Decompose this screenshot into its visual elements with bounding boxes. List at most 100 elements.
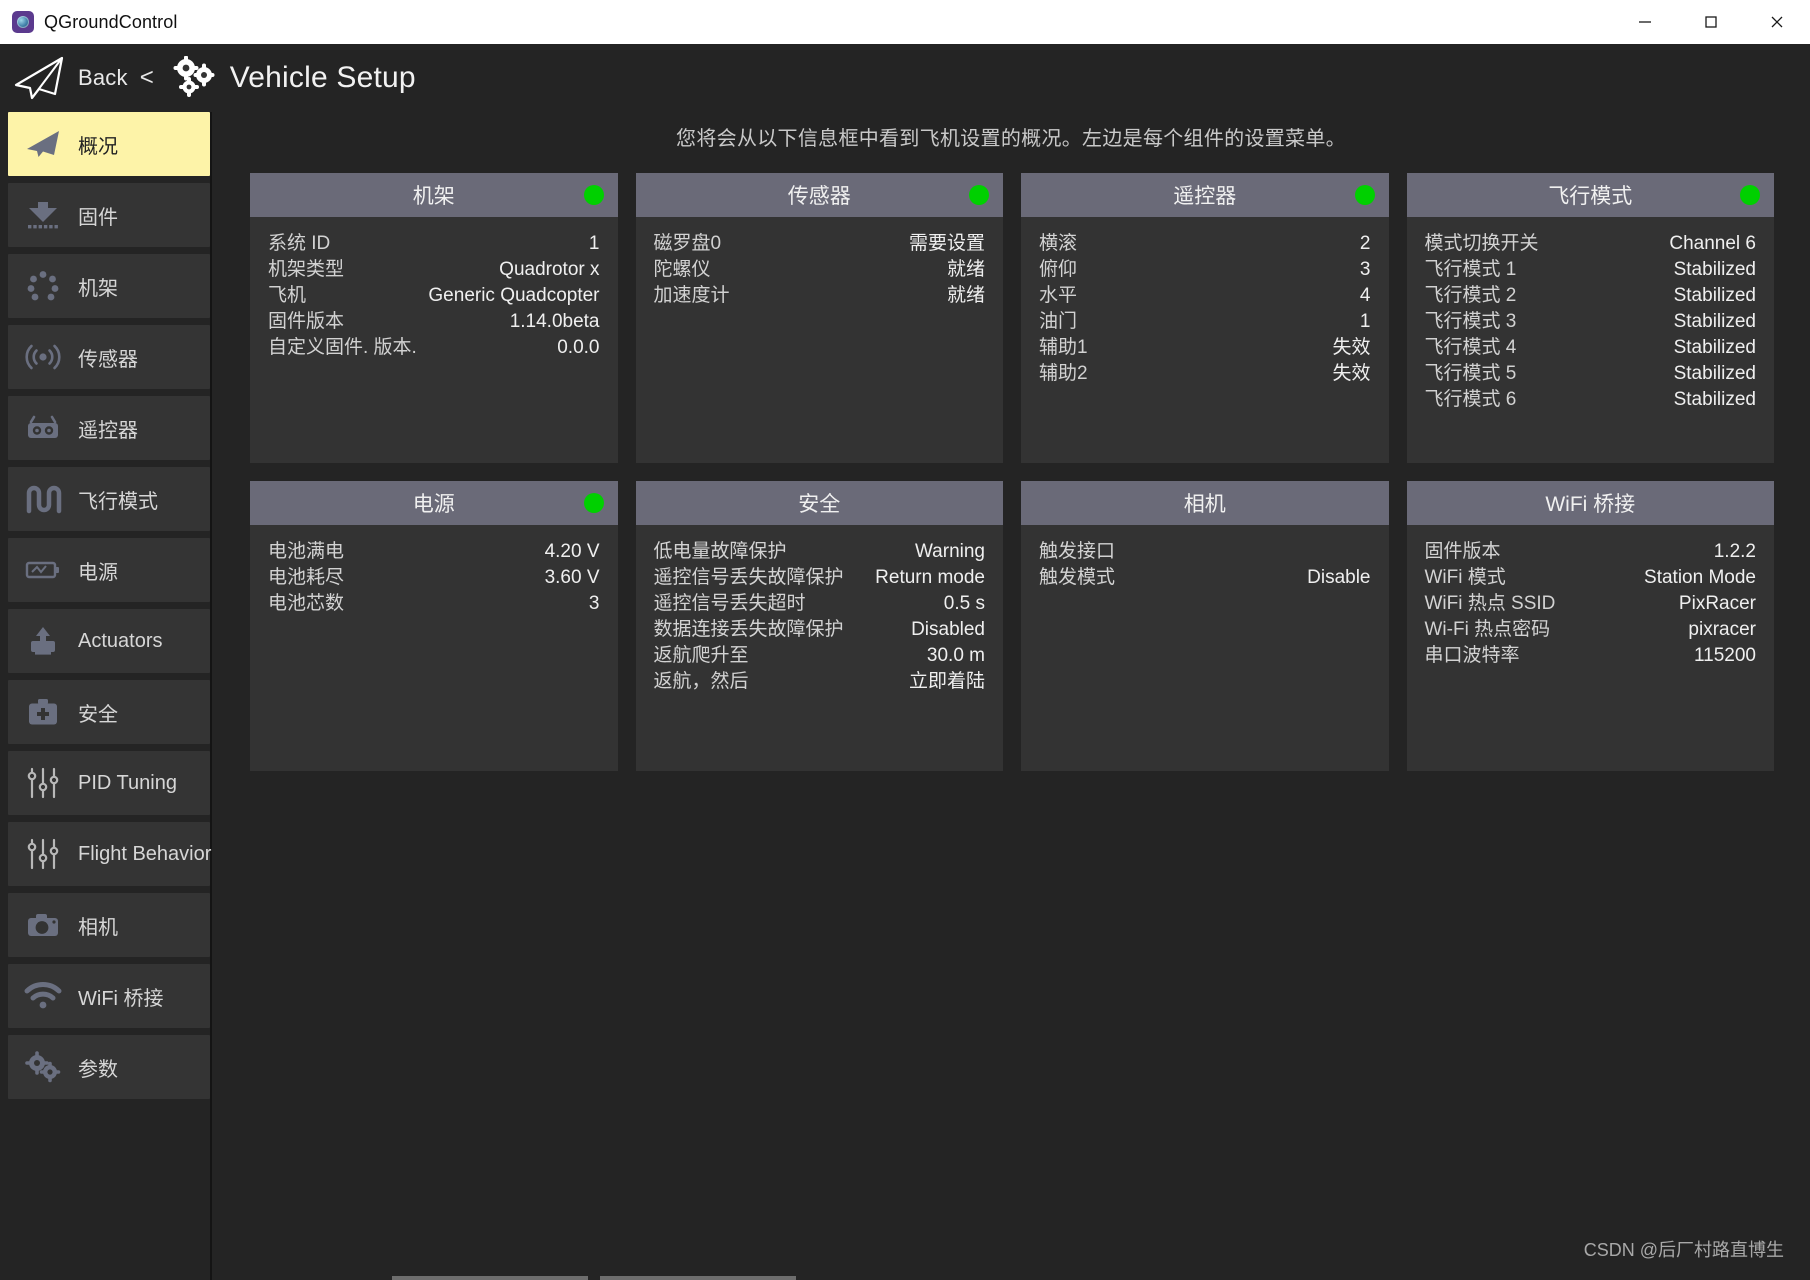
status-dot <box>969 185 989 205</box>
summary-row-value: Disable <box>1307 565 1370 591</box>
back-button-label[interactable]: Back <box>78 65 128 91</box>
back-chevron-icon[interactable]: < <box>140 64 154 92</box>
summary-row: 飞行模式 4Stabilized <box>1425 335 1757 361</box>
sidebar-item-safety[interactable]: 安全 <box>8 680 210 744</box>
body-split: 概况 固件 <box>0 112 1810 1280</box>
summary-row: 固件版本1.2.2 <box>1425 539 1757 565</box>
summary-row: 陀螺仪就绪 <box>654 257 986 283</box>
setup-sidebar: 概况 固件 <box>0 112 212 1280</box>
summary-row-value: Stabilized <box>1674 309 1756 335</box>
firmware-download-icon <box>22 195 64 235</box>
minimize-icon[interactable] <box>1612 0 1678 44</box>
summary-row: 返航爬升至30.0 m <box>654 643 986 669</box>
summary-row-key: 磁罗盘0 <box>654 231 722 257</box>
summary-row: WiFi 热点 SSIDPixRacer <box>1425 591 1757 617</box>
summary-card[interactable]: 飞行模式模式切换开关Channel 6飞行模式 1Stabilized飞行模式 … <box>1407 173 1775 463</box>
sidebar-item-label: 飞行模式 <box>78 485 158 514</box>
summary-row-key: 俯仰 <box>1039 257 1077 283</box>
sidebar-item-camera[interactable]: 相机 <box>8 893 210 957</box>
summary-row: 系统 ID1 <box>268 231 600 257</box>
card-title: 电源 <box>413 488 455 518</box>
sidebar-item-label: WiFi 桥接 <box>78 982 164 1011</box>
sidebar-item-parameters[interactable]: 参数 <box>8 1035 210 1099</box>
summary-card[interactable]: 相机触发接口触发模式Disable <box>1021 481 1389 771</box>
airframe-dots-icon <box>22 266 64 306</box>
summary-card[interactable]: 传感器磁罗盘0需要设置陀螺仪就绪加速度计就绪 <box>636 173 1004 463</box>
card-header: 遥控器 <box>1021 173 1389 217</box>
summary-row: 电池芯数3 <box>268 591 600 617</box>
summary-card[interactable]: 安全低电量故障保护Warning遥控信号丢失故障保护Return mode遥控信… <box>636 481 1004 771</box>
summary-row-value: 1 <box>1360 309 1371 335</box>
summary-row: 飞机 Generic Quadcopter <box>268 283 600 309</box>
summary-row-value: Stabilized <box>1674 361 1756 387</box>
summary-row: 数据连接丢失故障保护Disabled <box>654 617 986 643</box>
summary-row-value: 0.0.0 <box>557 335 599 361</box>
summary-row-key: 飞行模式 5 <box>1425 361 1517 387</box>
summary-row: 油门1 <box>1039 309 1371 335</box>
sidebar-item-power[interactable]: 电源 <box>8 538 210 602</box>
paper-plane-icon[interactable] <box>10 55 66 101</box>
summary-row-key: 辅助2 <box>1039 361 1088 387</box>
sliders-icon <box>22 834 64 874</box>
card-header: 飞行模式 <box>1407 173 1775 217</box>
card-header: 电源 <box>250 481 618 525</box>
summary-row-value: 4 <box>1360 283 1371 309</box>
card-header: 机架 <box>250 173 618 217</box>
summary-row: 水平4 <box>1039 283 1371 309</box>
summary-row-key: 飞机 <box>268 283 306 309</box>
summary-row-key: 返航爬升至 <box>654 643 749 669</box>
card-body: 低电量故障保护Warning遥控信号丢失故障保护Return mode遥控信号丢… <box>636 525 1004 705</box>
bottom-strip <box>212 1274 1810 1280</box>
sidebar-item-sensors[interactable]: 传感器 <box>8 325 210 389</box>
summary-row-value: Warning <box>915 539 985 565</box>
summary-row: 电池耗尽3.60 V <box>268 565 600 591</box>
paper-plane-icon <box>22 124 64 164</box>
summary-card[interactable]: 遥控器横滚2俯仰3水平4油门1辅助1失效辅助2失效 <box>1021 173 1389 463</box>
summary-row-value: Generic Quadcopter <box>428 283 599 309</box>
card-title: 安全 <box>798 488 840 518</box>
sidebar-item-airframe[interactable]: 机架 <box>8 254 210 318</box>
card-body: 触发接口触发模式Disable <box>1021 525 1389 601</box>
summary-row-key: 辅助1 <box>1039 335 1088 361</box>
sidebar-item-pid-tuning[interactable]: PID Tuning <box>8 751 210 815</box>
sliders-icon <box>22 763 64 803</box>
summary-row: 加速度计就绪 <box>654 283 986 309</box>
sidebar-item-label: 概况 <box>78 130 118 159</box>
summary-row-key: 自定义固件. 版本. <box>268 335 417 361</box>
sidebar-item-label: 电源 <box>78 556 118 585</box>
summary-row-key: 电池耗尽 <box>268 565 344 591</box>
sidebar-item-flight-behavior[interactable]: Flight Behavior <box>8 822 210 886</box>
summary-row: 机架类型Quadrotor x <box>268 257 600 283</box>
card-title: WiFi 桥接 <box>1545 488 1635 518</box>
maximize-icon[interactable] <box>1678 0 1744 44</box>
summary-row-key: 返航，然后 <box>654 669 749 695</box>
summary-row-value: Disabled <box>911 617 985 643</box>
sidebar-item-flight-modes[interactable]: 飞行模式 <box>8 467 210 531</box>
summary-row: 磁罗盘0需要设置 <box>654 231 986 257</box>
summary-row-value: 0.5 s <box>944 591 985 617</box>
status-dot <box>1355 185 1375 205</box>
summary-card[interactable]: WiFi 桥接固件版本1.2.2WiFi 模式Station ModeWiFi … <box>1407 481 1775 771</box>
sidebar-item-radio[interactable]: 遥控器 <box>8 396 210 460</box>
summary-row-key: 飞行模式 3 <box>1425 309 1517 335</box>
summary-row: 低电量故障保护Warning <box>654 539 986 565</box>
sidebar-item-label: 安全 <box>78 698 118 727</box>
card-header: 安全 <box>636 481 1004 525</box>
summary-card[interactable]: 电源电池满电4.20 V电池耗尽3.60 V电池芯数3 <box>250 481 618 771</box>
sidebar-item-firmware[interactable]: 固件 <box>8 183 210 247</box>
sidebar-item-actuators[interactable]: Actuators <box>8 609 210 673</box>
sidebar-item-summary[interactable]: 概况 <box>8 112 210 176</box>
close-icon[interactable] <box>1744 0 1810 44</box>
summary-row-key: 飞行模式 1 <box>1425 257 1517 283</box>
radio-controller-icon <box>22 408 64 448</box>
sidebar-item-label: 相机 <box>78 911 118 940</box>
summary-card[interactable]: 机架系统 ID1机架类型Quadrotor x飞机 Generic Quadcop… <box>250 173 618 463</box>
summary-row: 辅助1失效 <box>1039 335 1371 361</box>
summary-card-grid: 机架系统 ID1机架类型Quadrotor x飞机 Generic Quadcop… <box>236 173 1786 771</box>
summary-row: 固件版本1.14.0beta <box>268 309 600 335</box>
card-title: 飞行模式 <box>1548 180 1632 210</box>
camera-icon <box>22 905 64 945</box>
summary-row-value: 就绪 <box>947 283 985 309</box>
vehicle-setup-toolbar: Back < <box>0 44 1810 112</box>
sidebar-item-wifi-bridge[interactable]: WiFi 桥接 <box>8 964 210 1028</box>
